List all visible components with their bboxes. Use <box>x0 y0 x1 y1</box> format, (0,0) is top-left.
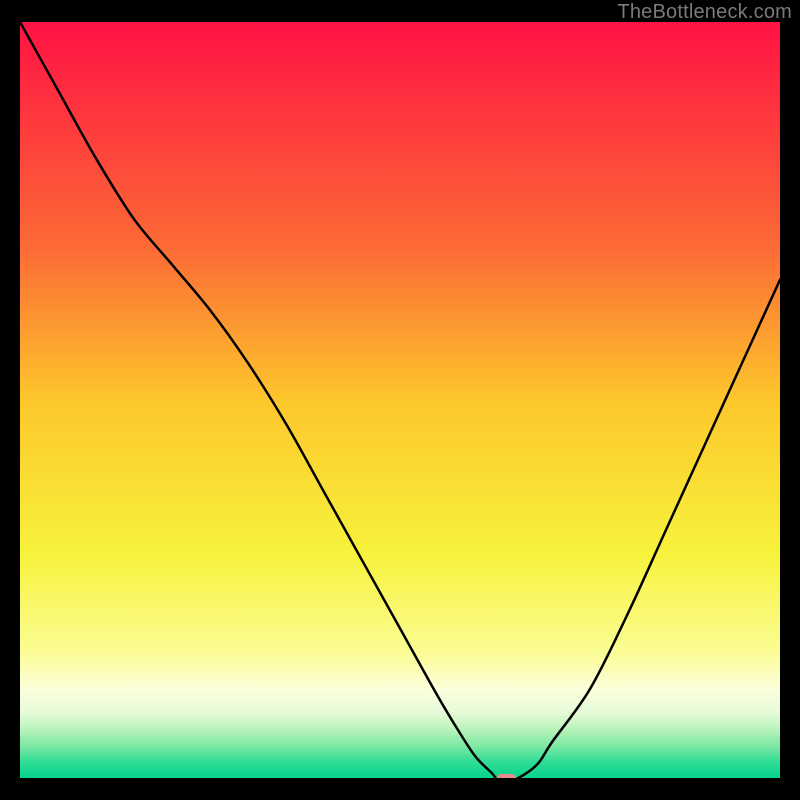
chart-root: TheBottleneck.com <box>0 0 800 800</box>
plot-area <box>20 22 780 780</box>
chart-svg <box>20 22 780 780</box>
attribution-text: TheBottleneck.com <box>617 1 792 24</box>
gradient-background <box>20 22 780 780</box>
